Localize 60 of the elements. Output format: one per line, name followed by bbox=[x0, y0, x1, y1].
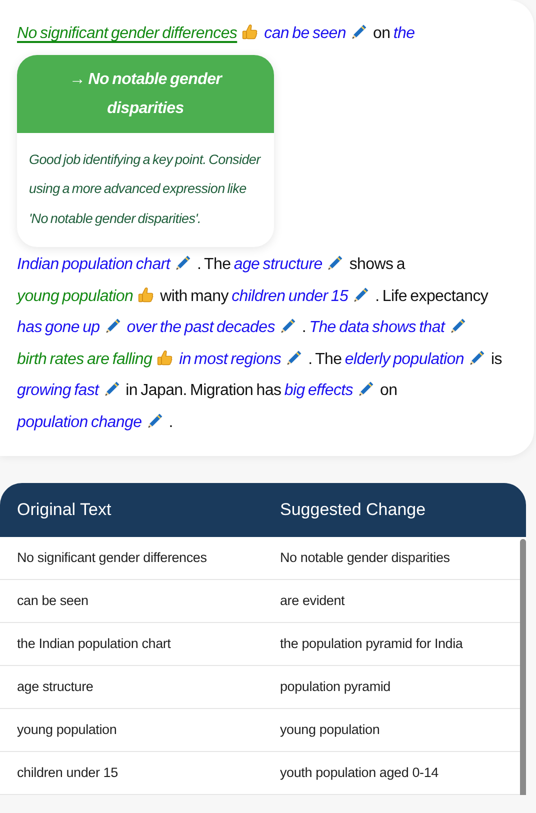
column-header: Suggested Change bbox=[279, 499, 427, 522]
passage-text: . The bbox=[308, 350, 342, 368]
thumbs-up-icon bbox=[137, 286, 156, 304]
passage-text: . The bbox=[197, 256, 231, 273]
column-header: Original Text bbox=[16, 499, 112, 522]
suggestion-phrase[interactable]: the bbox=[393, 25, 415, 42]
suggestion-phrase[interactable]: over the past decades bbox=[126, 319, 275, 336]
pencil-icon bbox=[285, 348, 304, 366]
passage-text: . bbox=[302, 319, 306, 336]
table-cell-text: children under 15 bbox=[16, 764, 119, 782]
approved-phrase[interactable]: birth rates are falling bbox=[17, 350, 152, 368]
suggestion-phrase[interactable]: big effects bbox=[284, 382, 353, 399]
pencil-icon bbox=[174, 254, 192, 272]
suggestion-phrase[interactable]: growing fast bbox=[17, 382, 99, 399]
suggestion-phrase[interactable]: has gone up bbox=[17, 319, 100, 336]
passage-text: is bbox=[490, 350, 502, 368]
suggestion-phrase[interactable]: in most regions bbox=[179, 350, 282, 368]
pencil-icon bbox=[102, 380, 121, 398]
table-cell-text: the Indian population chart bbox=[16, 634, 172, 653]
pencil-icon bbox=[468, 348, 486, 366]
passage-text: with many bbox=[160, 288, 228, 304]
approved-phrase[interactable]: young population bbox=[17, 288, 134, 304]
thumbs-up-icon bbox=[241, 23, 260, 41]
passage-text: . bbox=[168, 414, 173, 430]
pencil-icon bbox=[278, 317, 297, 335]
passage-text: on bbox=[373, 25, 390, 42]
suggestion-phrase[interactable]: Indian population chart bbox=[17, 256, 170, 273]
table-cell-text: are evident bbox=[279, 592, 346, 610]
pencil-icon bbox=[357, 380, 375, 398]
table-cell-text: youth population aged 0-14 bbox=[279, 764, 440, 782]
table-cell-text: age structure bbox=[16, 678, 94, 696]
table-cell-text: can be seen bbox=[16, 592, 90, 610]
table-cell-text: No significant gender differences bbox=[16, 548, 208, 567]
pencil-icon bbox=[326, 254, 344, 272]
pencil-icon bbox=[350, 23, 368, 41]
suggestion-phrase[interactable]: The bbox=[309, 319, 336, 336]
thumbs-up-icon bbox=[156, 348, 174, 366]
table-cell-text: young population bbox=[279, 720, 381, 739]
passage-text: . Life expectancy bbox=[375, 288, 488, 304]
suggestion-phrase[interactable]: elderly population bbox=[344, 350, 464, 368]
pencil-icon bbox=[146, 412, 164, 430]
pencil-icon bbox=[104, 317, 122, 335]
passage-text: on bbox=[380, 382, 398, 399]
approved-phrase[interactable]: No significant gender differences bbox=[17, 25, 238, 42]
passage-text: shows a bbox=[349, 256, 405, 273]
pencil-icon bbox=[352, 286, 370, 304]
suggestion-phrase[interactable]: children under 15 bbox=[232, 288, 348, 304]
scrollbar[interactable] bbox=[520, 539, 526, 795]
suggestion-phrase[interactable]: data shows that bbox=[339, 319, 445, 336]
suggestion-phrase[interactable]: population change bbox=[17, 414, 142, 430]
suggestion-phrase[interactable]: can be seen bbox=[264, 25, 346, 42]
passage-text: in Japan. Migration has bbox=[126, 382, 282, 399]
suggestion-phrase[interactable]: age structure bbox=[234, 256, 322, 273]
suggestion-header: → No notable gender disparities bbox=[17, 54, 274, 132]
table-cell-text: population pyramid bbox=[279, 678, 392, 696]
table-cell-text: the population pyramid for India bbox=[279, 634, 464, 653]
table-cell-text: No notable gender disparities bbox=[279, 548, 451, 567]
pencil-icon bbox=[448, 317, 467, 335]
feedback-text: Good job identifying a key point. Consider using a more advanced expression like 'No notable gender disparities'. bbox=[28, 150, 262, 228]
table-cell-text: young population bbox=[16, 720, 118, 739]
